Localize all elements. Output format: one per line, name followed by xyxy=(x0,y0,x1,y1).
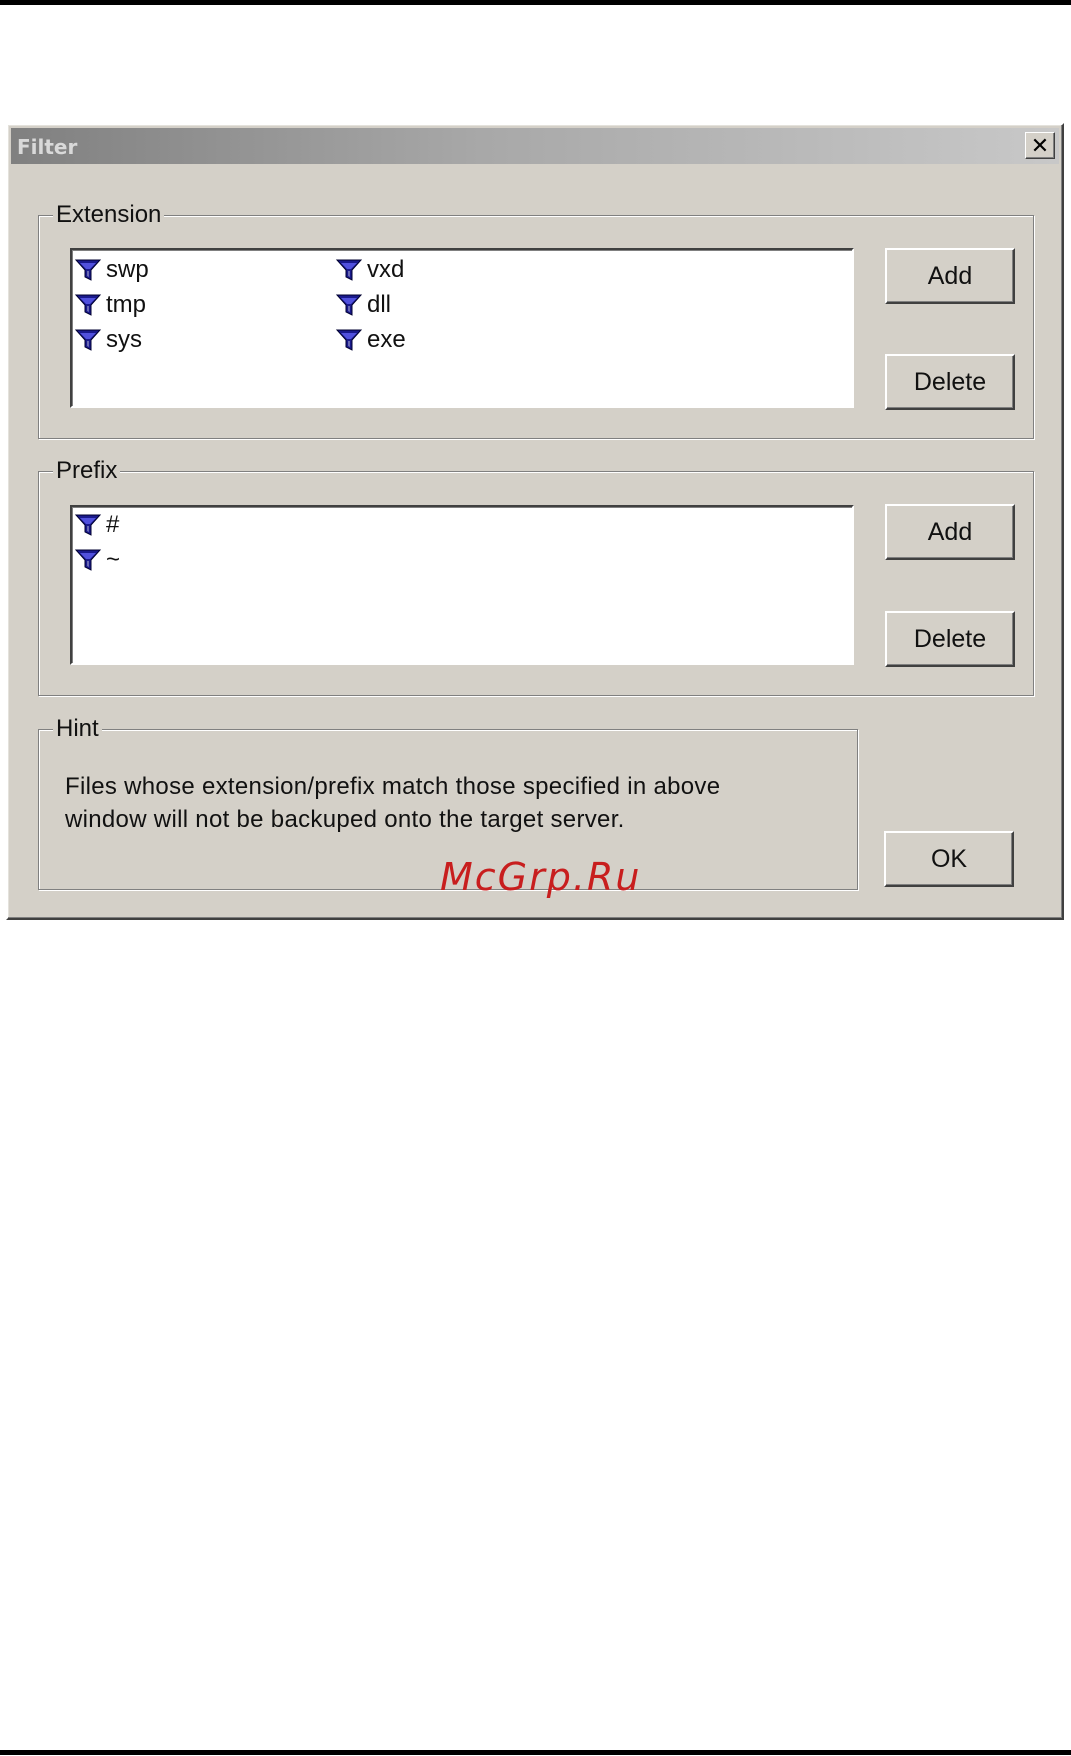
prefix-group-label: Prefix xyxy=(53,457,121,485)
page-bottom-rule xyxy=(0,1750,1071,1755)
window-title: Filter xyxy=(17,135,78,159)
list-item[interactable]: # xyxy=(74,509,119,541)
page-top-rule xyxy=(0,0,1071,5)
list-item-label: dll xyxy=(367,291,392,318)
close-button[interactable]: ✕ xyxy=(1025,132,1055,159)
list-item[interactable]: vxd xyxy=(335,254,404,286)
hint-line-1: Files whose extension/prefix match those… xyxy=(65,773,721,800)
extension-list[interactable]: swp tmp sys vxd dll exe xyxy=(70,248,854,408)
hint-text: Files whose extension/prefix match those… xyxy=(65,770,825,836)
extension-group-label: Extension xyxy=(53,201,165,229)
filter-funnel-icon xyxy=(74,549,102,571)
list-item-label: sys xyxy=(106,326,142,353)
list-item-label: exe xyxy=(367,326,406,353)
title-bar[interactable]: Filter ✕ xyxy=(11,128,1059,164)
filter-dialog: Filter ✕ Extension swp tmp sys vxd dll e… xyxy=(6,123,1064,920)
hint-line-2: window will not be backuped onto the tar… xyxy=(65,806,625,833)
watermark-text: McGrp.Ru xyxy=(440,855,642,899)
filter-funnel-icon xyxy=(335,259,363,281)
list-item-label: vxd xyxy=(367,256,405,283)
list-item[interactable]: sys xyxy=(74,324,142,356)
prefix-list[interactable]: # ~ xyxy=(70,505,854,665)
filter-funnel-icon xyxy=(74,294,102,316)
prefix-delete-button[interactable]: Delete xyxy=(885,611,1015,667)
filter-funnel-icon xyxy=(335,294,363,316)
filter-funnel-icon xyxy=(74,514,102,536)
extension-delete-button[interactable]: Delete xyxy=(885,354,1015,410)
hint-group-label: Hint xyxy=(53,715,102,743)
list-item[interactable]: exe xyxy=(335,324,406,356)
filter-funnel-icon xyxy=(74,329,102,351)
list-item-label: tmp xyxy=(106,291,147,318)
list-item[interactable]: tmp xyxy=(74,289,146,321)
prefix-group: Prefix # ~ Add Delete xyxy=(38,457,1034,696)
list-item[interactable]: dll xyxy=(335,289,391,321)
list-item-label: # xyxy=(106,511,120,538)
extension-add-button[interactable]: Add xyxy=(885,248,1015,304)
close-icon: ✕ xyxy=(1030,132,1050,158)
list-item-label: ~ xyxy=(106,546,121,573)
list-item-label: swp xyxy=(106,256,149,283)
list-item[interactable]: ~ xyxy=(74,544,120,576)
filter-funnel-icon xyxy=(74,259,102,281)
ok-button[interactable]: OK xyxy=(884,831,1014,887)
prefix-add-button[interactable]: Add xyxy=(885,504,1015,560)
filter-funnel-icon xyxy=(335,329,363,351)
extension-group: Extension swp tmp sys vxd dll exe Add De… xyxy=(38,201,1034,439)
list-item[interactable]: swp xyxy=(74,254,149,286)
